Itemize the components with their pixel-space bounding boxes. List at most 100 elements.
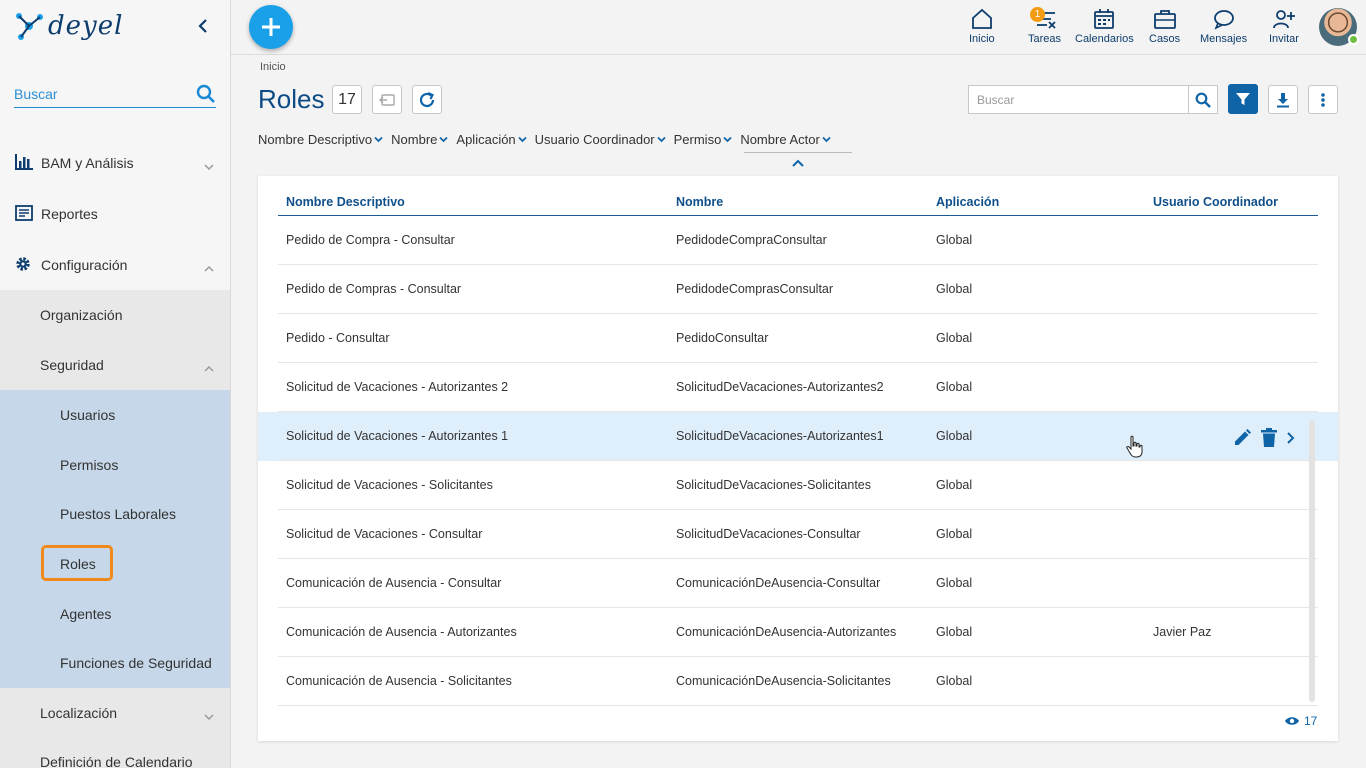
chevron-right-icon[interactable] (1286, 431, 1296, 445)
sidebar-item-definicion-calendario[interactable]: Definición de Calendario (0, 737, 230, 768)
column-header-aplicacion[interactable]: Aplicación (936, 195, 999, 209)
sidebar-item-permisos[interactable]: Permisos (0, 440, 230, 489)
sidebar-search-input[interactable] (14, 82, 184, 106)
sidebar-item-label: BAM y Análisis (41, 155, 134, 171)
table-row[interactable]: Comunicación de Ausencia - Consultar Comu… (258, 559, 1338, 608)
sidebar-item-agentes[interactable]: Agentes (0, 589, 230, 638)
table-cell: SolicitudDeVacaciones-Solicitantes (676, 478, 872, 492)
sidebar-item-label: Puestos Laborales (60, 505, 176, 522)
topbar-calendarios[interactable]: Calendarios (1075, 8, 1134, 48)
search-icon[interactable] (196, 84, 216, 109)
table-cell: PedidodeComprasConsultar (676, 282, 834, 296)
table-cell: Global (936, 429, 973, 443)
collapse-sidebar-button[interactable] (194, 14, 212, 38)
column-filter-nombre-actor[interactable]: Nombre Actor (740, 129, 831, 149)
row-actions (1232, 428, 1304, 448)
collapse-filters-button[interactable] (792, 154, 804, 172)
refresh-button[interactable] (412, 85, 442, 114)
gear-icon (15, 256, 31, 275)
column-filter-aplicacion[interactable]: Aplicación (456, 129, 527, 149)
table-search-input[interactable] (969, 86, 1188, 113)
filter-button[interactable] (1228, 84, 1258, 114)
table-row[interactable]: Comunicación de Ausencia - Solicitantes C… (258, 657, 1338, 706)
sidebar-item-label: Permisos (60, 456, 119, 473)
column-header-usuario-coordinador[interactable]: Usuario Coordinador (1153, 195, 1278, 209)
sidebar-item-localizacion[interactable]: Localización (0, 688, 230, 737)
column-filter-usuario-coordinador[interactable]: Usuario Coordinador (535, 129, 666, 149)
user-avatar[interactable] (1319, 8, 1359, 46)
column-filter-permiso[interactable]: Permiso (674, 129, 733, 149)
sidebar-item-seguridad[interactable]: Seguridad (0, 340, 230, 389)
delete-icon[interactable] (1260, 428, 1278, 448)
table-row[interactable]: Comunicación de Ausencia - Autorizantes C… (258, 608, 1338, 657)
table-row[interactable]: Pedido de Compras - Consultar PedidodeCom… (258, 265, 1338, 314)
table-row[interactable]: Pedido - Consultar PedidoConsultar Global (258, 314, 1338, 363)
sidebar: deyel BAM y Análisis Reportes Configurac… (0, 0, 231, 768)
add-button[interactable] (249, 5, 293, 49)
tasks-badge: 1 (1030, 7, 1045, 22)
column-filter-nombre-descriptivo[interactable]: Nombre Descriptivo (258, 129, 383, 149)
more-vertical-icon (1321, 92, 1325, 107)
breadcrumb[interactable]: Inicio (260, 61, 286, 73)
eye-icon (1285, 717, 1299, 725)
search-icon (1195, 92, 1211, 108)
chevron-down-icon (204, 708, 214, 724)
table-row[interactable]: Pedido de Compra - Consultar PedidodeComp… (258, 216, 1338, 265)
column-header-nombre[interactable]: Nombre (676, 195, 723, 209)
table-cell: SolicitudDeVacaciones-Consultar (676, 527, 861, 541)
more-options-button[interactable] (1308, 85, 1338, 114)
topbar-casos[interactable]: Casos (1149, 8, 1180, 48)
roles-highlight-box (41, 545, 113, 581)
logo-icon (16, 13, 43, 40)
home-icon (971, 8, 992, 29)
mouse-cursor-icon (1126, 435, 1144, 464)
table-search (968, 85, 1188, 114)
plus-icon (262, 18, 280, 36)
table-cell: Global (936, 282, 973, 296)
table-scrollbar[interactable] (1309, 420, 1315, 702)
sidebar-item-reportes[interactable]: Reportes (0, 189, 230, 239)
table-cell: SolicitudDeVacaciones-Autorizantes2 (676, 380, 884, 394)
column-filter-label: Permiso (673, 131, 722, 147)
sidebar-item-roles[interactable]: Roles (0, 539, 230, 588)
table-row[interactable]: Solicitud de Vacaciones - Autorizantes 1… (258, 412, 1338, 461)
table-cell: Javier Paz (1153, 625, 1212, 639)
sidebar-item-organizacion[interactable]: Organización (0, 290, 230, 339)
sidebar-item-configuracion[interactable]: Configuración (0, 240, 230, 290)
table-cell: Global (936, 674, 973, 688)
deyel-logo[interactable]: deyel (14, 8, 123, 44)
column-filter-nombre[interactable]: Nombre (391, 129, 449, 149)
sidebar-item-label: Configuración (41, 257, 128, 273)
sidebar-item-label: Usuarios (60, 406, 116, 423)
report-icon (15, 205, 33, 224)
logo-text: deyel (48, 11, 124, 41)
topbar-label: Invitar (1269, 33, 1299, 45)
topbar-mensajes[interactable]: Mensajes (1200, 8, 1247, 48)
sidebar-item-puestos-laborales[interactable]: Puestos Laborales (0, 489, 230, 538)
table-row[interactable]: Solicitud de Vacaciones - Solicitantes So… (258, 461, 1338, 510)
topbar-tareas[interactable]: 1 Tareas (1028, 7, 1061, 48)
chevron-up-icon (204, 260, 214, 276)
sidebar-item-funciones-seguridad[interactable]: Funciones de Seguridad (0, 638, 230, 687)
back-arrow-icon (379, 93, 395, 106)
edit-icon[interactable] (1232, 428, 1252, 448)
table-row[interactable]: Solicitud de Vacaciones - Consultar Solic… (258, 510, 1338, 559)
sidebar-item-usuarios[interactable]: Usuarios (0, 390, 230, 439)
filter-icon (1236, 93, 1250, 105)
table-cell: Global (936, 233, 973, 247)
export-button[interactable] (372, 85, 402, 114)
download-button[interactable] (1268, 85, 1298, 114)
record-count: 17 (332, 85, 362, 114)
briefcase-icon (1153, 10, 1176, 29)
search-button[interactable] (1188, 85, 1218, 114)
column-filter-label: Aplicación (456, 131, 516, 147)
table-cell: ComunicaciónDeAusencia-Solicitantes (676, 674, 891, 688)
sidebar-item-bam[interactable]: BAM y Análisis (0, 138, 230, 188)
chevron-down-icon (656, 136, 666, 142)
column-header-nombre-descriptivo[interactable]: Nombre Descriptivo (286, 195, 405, 209)
topbar-invitar[interactable]: Invitar (1269, 8, 1299, 48)
table-row[interactable]: Solicitud de Vacaciones - Autorizantes 2… (258, 363, 1338, 412)
topbar-label: Casos (1149, 33, 1181, 45)
topbar-inicio[interactable]: Inicio (969, 8, 995, 48)
sidebar-item-label: Organización (40, 306, 123, 323)
